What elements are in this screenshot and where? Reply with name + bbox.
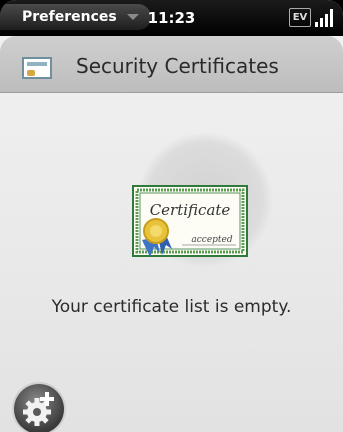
- signal-strength-icon: [315, 8, 337, 27]
- title-bar: Security Certificates: [0, 36, 343, 93]
- screen: Preferences 11:23 EV Security Certificat…: [0, 0, 343, 432]
- certificate-title: Certificate: [150, 201, 231, 219]
- empty-state-message: Your certificate list is empty.: [51, 297, 292, 317]
- page-title: Security Certificates: [76, 54, 279, 78]
- add-certificate-button[interactable]: [14, 384, 64, 432]
- add-certificate-gear-icon: [23, 392, 54, 426]
- ev-network-icon: EV: [289, 8, 311, 27]
- status-bar: Preferences 11:23 EV: [0, 0, 343, 36]
- certificate-stamp: accepted: [191, 235, 232, 245]
- certificate-icon: [22, 57, 52, 79]
- certificate-illustration: Certificate accepted: [132, 185, 248, 257]
